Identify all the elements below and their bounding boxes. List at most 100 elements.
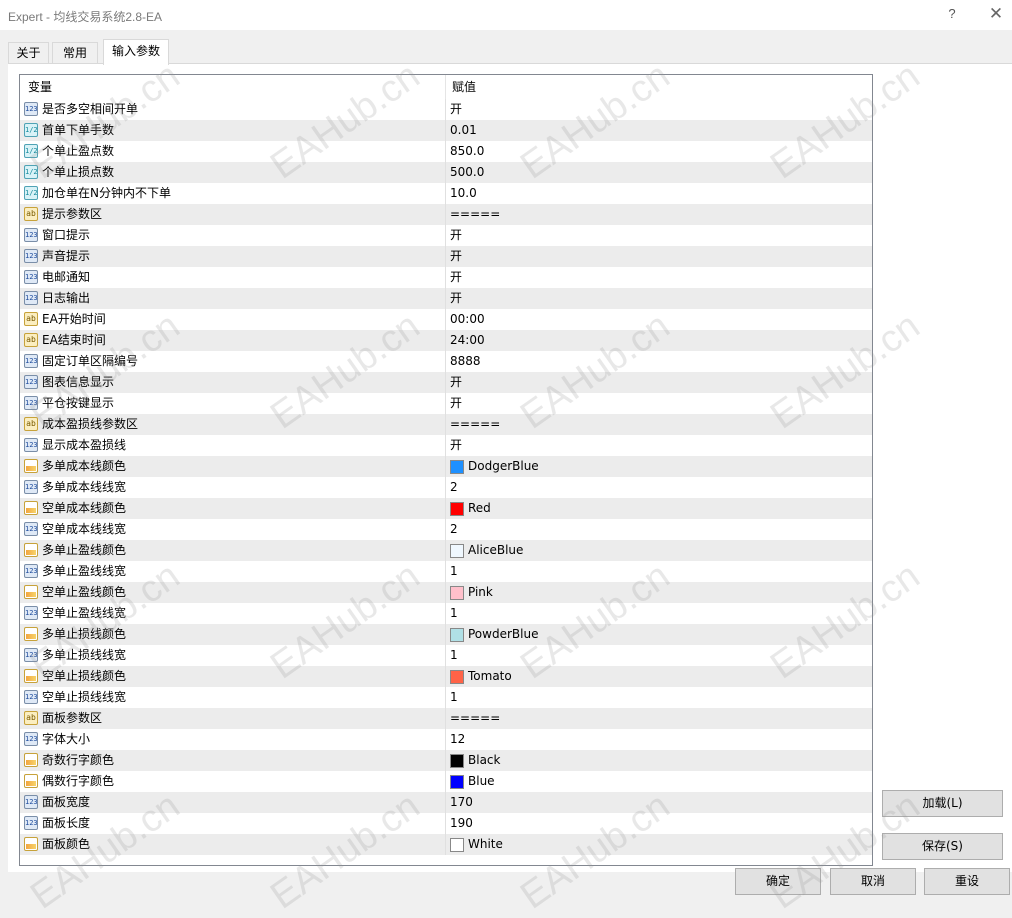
table-row[interactable]: 空单止损线颜色 Tomato bbox=[20, 666, 872, 687]
table-row[interactable]: 123 空单止损线线宽 1 bbox=[20, 687, 872, 708]
table-row[interactable]: 123 多单止盈线线宽 1 bbox=[20, 561, 872, 582]
variable-value[interactable]: 开 bbox=[450, 267, 462, 288]
variable-value[interactable]: 1 bbox=[450, 687, 458, 708]
variable-value[interactable]: 开 bbox=[450, 246, 462, 267]
variable-value[interactable]: PowderBlue bbox=[468, 624, 538, 645]
table-row[interactable]: 123 多单止损线线宽 1 bbox=[20, 645, 872, 666]
color-swatch[interactable] bbox=[450, 586, 464, 600]
color-swatch[interactable] bbox=[450, 754, 464, 768]
table-row[interactable]: 多单止损线颜色 PowderBlue bbox=[20, 624, 872, 645]
table-row[interactable]: 123 平仓按键显示 开 bbox=[20, 393, 872, 414]
variable-value[interactable]: 开 bbox=[450, 225, 462, 246]
table-row[interactable]: 偶数行字颜色 Blue bbox=[20, 771, 872, 792]
cancel-button[interactable]: 取消 bbox=[830, 868, 916, 895]
color-swatch[interactable] bbox=[450, 544, 464, 558]
variable-value[interactable]: 00:00 bbox=[450, 309, 485, 330]
variable-value[interactable]: 170 bbox=[450, 792, 473, 813]
variable-value[interactable]: 12 bbox=[450, 729, 465, 750]
tab-inputs[interactable]: 输入参数 bbox=[103, 39, 169, 65]
table-row[interactable]: ab 成本盈损线参数区 ===== bbox=[20, 414, 872, 435]
table-row[interactable]: 多单成本线颜色 DodgerBlue bbox=[20, 456, 872, 477]
integer-type-icon: 123 bbox=[24, 291, 38, 305]
variable-value[interactable]: AliceBlue bbox=[468, 540, 523, 561]
table-row[interactable]: 123 固定订单区隔编号 8888 bbox=[20, 351, 872, 372]
variable-value[interactable]: 500.0 bbox=[450, 162, 484, 183]
table-row[interactable]: 123 日志输出 开 bbox=[20, 288, 872, 309]
table-row[interactable]: ab EA结束时间 24:00 bbox=[20, 330, 872, 351]
table-row[interactable]: ab 面板参数区 ===== bbox=[20, 708, 872, 729]
variable-value[interactable]: Tomato bbox=[468, 666, 512, 687]
variable-value[interactable]: ===== bbox=[450, 204, 500, 225]
variable-value[interactable]: DodgerBlue bbox=[468, 456, 539, 477]
table-row[interactable]: 面板颜色 White bbox=[20, 834, 872, 855]
column-header-value[interactable]: 赋值 bbox=[452, 75, 476, 99]
tab-about[interactable]: 关于 bbox=[8, 42, 49, 64]
integer-type-icon: 123 bbox=[24, 438, 38, 452]
table-row[interactable]: 空单止盈线颜色 Pink bbox=[20, 582, 872, 603]
variable-value[interactable]: 190 bbox=[450, 813, 473, 834]
variable-value[interactable]: 850.0 bbox=[450, 141, 484, 162]
variable-name: 奇数行字颜色 bbox=[42, 753, 115, 767]
variable-value[interactable]: Black bbox=[468, 750, 500, 771]
table-row[interactable]: 123 字体大小 12 bbox=[20, 729, 872, 750]
variable-value[interactable]: 开 bbox=[450, 99, 462, 120]
variable-value[interactable]: 24:00 bbox=[450, 330, 485, 351]
variable-value[interactable]: Blue bbox=[468, 771, 495, 792]
variable-value[interactable]: 2 bbox=[450, 477, 458, 498]
variable-value[interactable]: 开 bbox=[450, 372, 462, 393]
table-row[interactable]: 123 窗口提示 开 bbox=[20, 225, 872, 246]
variable-value[interactable]: 开 bbox=[450, 393, 462, 414]
variable-value[interactable]: Red bbox=[468, 498, 491, 519]
ok-button[interactable]: 确定 bbox=[735, 868, 821, 895]
variable-value[interactable]: 开 bbox=[450, 288, 462, 309]
load-button[interactable]: 加载(L) bbox=[882, 790, 1003, 817]
color-swatch[interactable] bbox=[450, 460, 464, 474]
table-row[interactable]: 1/2 加仓单在N分钟内不下单 10.0 bbox=[20, 183, 872, 204]
table-row[interactable]: ab 提示参数区 ===== bbox=[20, 204, 872, 225]
double-type-icon: 1/2 bbox=[24, 186, 38, 200]
variable-value[interactable]: ===== bbox=[450, 708, 500, 729]
table-row[interactable]: 123 面板宽度 170 bbox=[20, 792, 872, 813]
table-row[interactable]: 123 多单成本线线宽 2 bbox=[20, 477, 872, 498]
table-row[interactable]: ab EA开始时间 00:00 bbox=[20, 309, 872, 330]
variable-value[interactable]: 8888 bbox=[450, 351, 481, 372]
variable-value[interactable]: Pink bbox=[468, 582, 493, 603]
variable-value[interactable]: 1 bbox=[450, 645, 458, 666]
variable-value[interactable]: 2 bbox=[450, 519, 458, 540]
table-row[interactable]: 123 空单成本线线宽 2 bbox=[20, 519, 872, 540]
variable-value[interactable]: 1 bbox=[450, 561, 458, 582]
table-row[interactable]: 空单成本线颜色 Red bbox=[20, 498, 872, 519]
table-row[interactable]: 奇数行字颜色 Black bbox=[20, 750, 872, 771]
color-swatch[interactable] bbox=[450, 502, 464, 516]
table-row[interactable]: 1/2 个单止盈点数 850.0 bbox=[20, 141, 872, 162]
save-button[interactable]: 保存(S) bbox=[882, 833, 1003, 860]
color-type-icon bbox=[24, 459, 38, 473]
variable-value[interactable]: 10.0 bbox=[450, 183, 477, 204]
table-row[interactable]: 123 空单止盈线线宽 1 bbox=[20, 603, 872, 624]
variable-value[interactable]: White bbox=[468, 834, 503, 855]
column-divider[interactable] bbox=[445, 75, 446, 99]
color-swatch[interactable] bbox=[450, 670, 464, 684]
variable-value[interactable]: ===== bbox=[450, 414, 500, 435]
table-row[interactable]: 1/2 首单下单手数 0.01 bbox=[20, 120, 872, 141]
column-header-variable[interactable]: 变量 bbox=[28, 75, 52, 99]
table-row[interactable]: 123 显示成本盈损线 开 bbox=[20, 435, 872, 456]
color-swatch[interactable] bbox=[450, 628, 464, 642]
reset-button[interactable]: 重设 bbox=[924, 868, 1010, 895]
parameters-table[interactable]: 变量 赋值 123 是否多空相间开单开 1/2 首单下单手数 0.01 1/2 个单止盈点数… bbox=[19, 74, 873, 866]
tab-common[interactable]: 常用 bbox=[52, 42, 98, 64]
close-icon[interactable]: ✕ bbox=[986, 4, 1006, 24]
color-swatch[interactable] bbox=[450, 838, 464, 852]
table-row[interactable]: 123 电邮通知 开 bbox=[20, 267, 872, 288]
table-row[interactable]: 123 图表信息显示 开 bbox=[20, 372, 872, 393]
variable-value[interactable]: 1 bbox=[450, 603, 458, 624]
table-row[interactable]: 多单止盈线颜色 AliceBlue bbox=[20, 540, 872, 561]
table-row[interactable]: 123 声音提示 开 bbox=[20, 246, 872, 267]
color-swatch[interactable] bbox=[450, 775, 464, 789]
table-row[interactable]: 123 面板长度 190 bbox=[20, 813, 872, 834]
help-button[interactable]: ? bbox=[942, 4, 962, 24]
variable-value[interactable]: 开 bbox=[450, 435, 462, 456]
table-row[interactable]: 123 是否多空相间开单 开 bbox=[20, 99, 872, 120]
table-row[interactable]: 1/2 个单止损点数 500.0 bbox=[20, 162, 872, 183]
variable-value[interactable]: 0.01 bbox=[450, 120, 477, 141]
